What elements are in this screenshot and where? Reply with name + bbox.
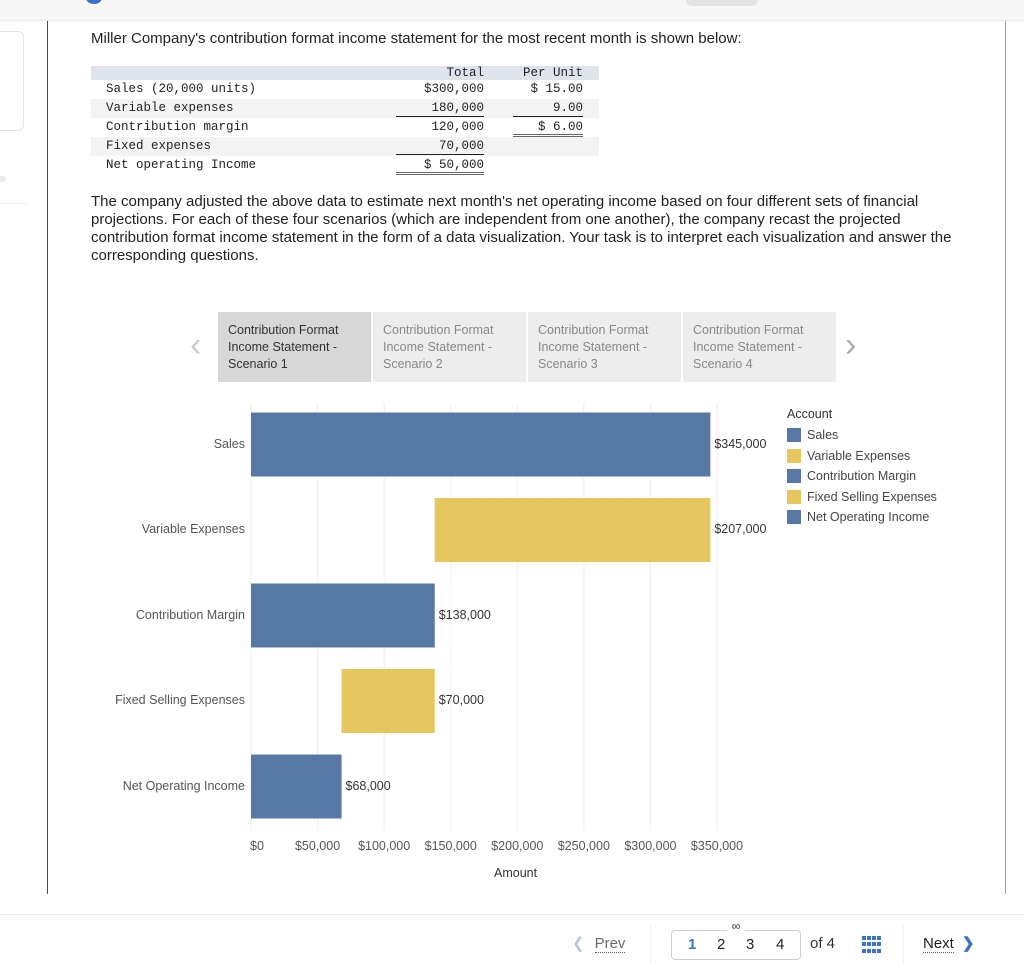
chevron-left-icon: ❮: [572, 935, 585, 952]
footer-separator: [650, 925, 651, 965]
prev-button[interactable]: ❮ Prev: [572, 934, 626, 953]
footer-separator: [903, 925, 904, 965]
page-selector: 1 2 3 4: [671, 930, 801, 960]
category-label: Fixed Selling Expenses: [115, 693, 245, 707]
page-4-button[interactable]: 4: [776, 936, 784, 953]
x-tick-label: $150,000: [424, 839, 477, 853]
legend-label: Fixed Selling Expenses: [807, 489, 937, 504]
legend-item[interactable]: Sales: [787, 425, 937, 446]
x-tick-label: $300,000: [624, 839, 677, 853]
legend-label: Net Operating Income: [807, 510, 930, 525]
bar-sales[interactable]: [251, 412, 711, 477]
page-3-button[interactable]: 3: [746, 936, 754, 953]
prev-label: Prev: [594, 935, 626, 953]
grid-icon[interactable]: [862, 936, 881, 954]
page-1-button[interactable]: 1: [688, 936, 696, 953]
legend-label: Contribution Margin: [807, 469, 917, 484]
category-label: Variable Expenses: [141, 522, 245, 536]
legend-item[interactable]: Fixed Selling Expenses: [787, 487, 937, 508]
page-count: of 4: [810, 935, 836, 952]
bar-net-operating-income[interactable]: [251, 754, 342, 819]
chart-legend: Account Sales Variable Expenses Contributi…: [787, 407, 937, 528]
value-label: $345,000: [714, 436, 767, 451]
x-tick-label: $0: [250, 839, 264, 853]
value-label: $138,000: [438, 607, 491, 622]
next-label: Next: [923, 935, 954, 953]
category-label: Contribution Margin: [135, 607, 245, 622]
legend-title: Account: [787, 407, 833, 421]
bar-contribution-margin[interactable]: [251, 583, 435, 648]
legend-label: Sales: [807, 428, 839, 443]
bar-fixed-selling-expenses[interactable]: [341, 669, 435, 733]
x-tick-label: $350,000: [690, 839, 744, 853]
bar-variable-expenses[interactable]: [434, 498, 711, 562]
x-tick-label: $200,000: [491, 839, 544, 853]
legend-label: Variable Expenses: [807, 448, 911, 463]
legend-swatch: [787, 448, 801, 463]
next-button[interactable]: Next ❯: [923, 934, 975, 953]
page-2-button[interactable]: 2: [717, 936, 725, 953]
value-label: $207,000: [714, 522, 767, 536]
x-tick-label: $100,000: [358, 839, 411, 853]
legend-item[interactable]: Variable Expenses: [787, 446, 937, 467]
footer-divider: [0, 914, 1024, 915]
category-label: Sales: [213, 436, 245, 451]
legend-swatch: [787, 428, 801, 443]
chevron-right-icon: ❯: [961, 935, 975, 952]
x-tick-label: $50,000: [294, 839, 341, 853]
category-label: Net Operating Income: [122, 778, 245, 793]
x-tick-label: $250,000: [557, 839, 610, 853]
x-axis-title: Amount: [494, 866, 538, 880]
legend-item[interactable]: Contribution Margin: [787, 466, 937, 487]
value-label: $70,000: [438, 693, 484, 707]
link-icon: ∞: [727, 920, 745, 932]
legend-swatch: [787, 489, 801, 504]
legend-swatch: [787, 469, 801, 484]
value-label: $68,000: [345, 778, 391, 793]
legend-swatch: [787, 510, 801, 525]
legend-item[interactable]: Net Operating Income: [787, 507, 937, 528]
